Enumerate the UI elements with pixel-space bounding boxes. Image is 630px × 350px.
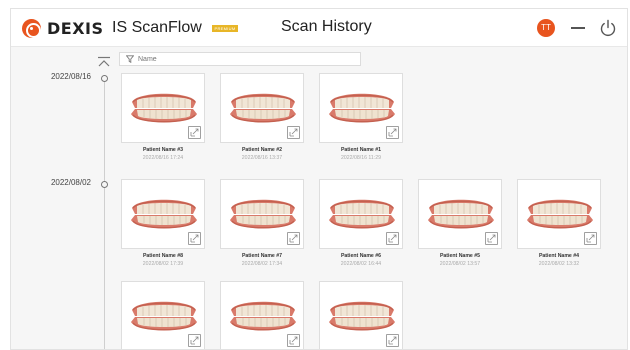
open-external-icon[interactable] (386, 334, 399, 347)
patient-name: Patient Name #2 (241, 147, 283, 153)
scan-card[interactable] (220, 73, 304, 143)
scan-card[interactable] (319, 179, 403, 249)
title-bar: DEXIS IS ScanFlow PREMIUM Scan History T… (11, 9, 627, 47)
open-external-icon[interactable] (485, 232, 498, 245)
dexis-logo-icon (22, 19, 41, 38)
scan-card[interactable] (319, 281, 403, 349)
app-window: DEXIS IS ScanFlow PREMIUM Scan History T… (10, 8, 628, 350)
timeline-dot (101, 181, 108, 188)
timeline-dot (101, 75, 108, 82)
patient-name: Patient Name #1 (340, 147, 382, 153)
dental-scan-thumbnail (329, 301, 395, 331)
premium-badge: PREMIUM (212, 25, 238, 32)
dental-scan-thumbnail (329, 199, 395, 229)
open-external-icon[interactable] (386, 232, 399, 245)
open-external-icon[interactable] (188, 126, 201, 139)
dental-scan-thumbnail (329, 93, 395, 123)
patient-name: Patient Name #3 (142, 147, 184, 153)
scan-card[interactable] (220, 179, 304, 249)
scan-card[interactable] (121, 179, 205, 249)
scan-datetime: 2022/08/02 13:32 (538, 261, 580, 267)
timeline-line (104, 80, 105, 349)
scan-datetime: 2022/08/16 13:37 (241, 155, 283, 161)
dental-scan-thumbnail (131, 93, 197, 123)
scan-card[interactable] (319, 73, 403, 143)
scan-datetime: 2022/08/16 11:29 (341, 155, 381, 161)
open-external-icon[interactable] (287, 126, 300, 139)
scan-datetime: 2022/08/02 16:44 (340, 261, 382, 267)
open-external-icon[interactable] (386, 126, 399, 139)
name-filter-input[interactable] (138, 53, 356, 65)
patient-name: Patient Name #5 (439, 253, 481, 259)
scan-card[interactable] (517, 179, 601, 249)
group-date-label: 2022/08/16 (50, 72, 91, 81)
patient-name: Patient Name #6 (340, 253, 382, 259)
name-filter[interactable] (119, 52, 361, 66)
scan-card[interactable] (121, 73, 205, 143)
chevron-up-bar-icon[interactable] (97, 56, 111, 68)
open-external-icon[interactable] (188, 334, 201, 347)
user-avatar[interactable]: TT (537, 19, 555, 37)
open-external-icon[interactable] (287, 232, 300, 245)
dental-scan-thumbnail (527, 199, 593, 229)
open-external-icon[interactable] (287, 334, 300, 347)
scan-history-panel: 2022/08/16 Patient Name #3 2022/08/16 17:… (11, 48, 627, 349)
dental-scan-thumbnail (131, 301, 197, 331)
scan-datetime: 2022/08/02 13:57 (439, 261, 481, 267)
scan-card[interactable] (220, 281, 304, 349)
scan-datetime: 2022/08/02 17:39 (142, 261, 184, 267)
patient-name: Patient Name #4 (538, 253, 580, 259)
dental-scan-thumbnail (131, 199, 197, 229)
patient-name: Patient Name #7 (241, 253, 283, 259)
product-name: IS ScanFlow (112, 19, 202, 36)
open-external-icon[interactable] (188, 232, 201, 245)
dental-scan-thumbnail (428, 199, 494, 229)
scan-card[interactable] (418, 179, 502, 249)
funnel-icon (126, 55, 134, 63)
dental-scan-thumbnail (230, 93, 296, 123)
power-icon[interactable] (599, 19, 617, 37)
open-external-icon[interactable] (584, 232, 597, 245)
page-title: Scan History (281, 18, 372, 35)
dental-scan-thumbnail (230, 199, 296, 229)
dental-scan-thumbnail (230, 301, 296, 331)
scan-datetime: 2022/08/16 17:24 (142, 155, 184, 161)
scan-datetime: 2022/08/02 17:34 (241, 261, 283, 267)
minimize-icon[interactable] (571, 27, 585, 29)
brand-name: DEXIS (47, 19, 104, 38)
group-date-label: 2022/08/02 (50, 178, 91, 187)
scan-card[interactable] (121, 281, 205, 349)
patient-name: Patient Name #8 (142, 253, 184, 259)
